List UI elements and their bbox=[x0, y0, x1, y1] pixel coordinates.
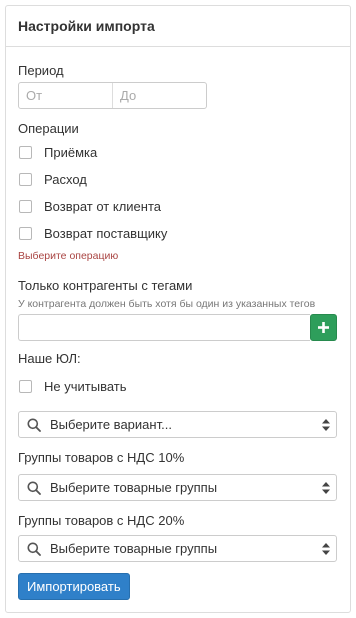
period-to-input[interactable] bbox=[113, 83, 206, 108]
operation-checkbox-receipt[interactable]: Приёмка bbox=[19, 145, 97, 160]
sort-arrows-icon bbox=[316, 481, 336, 494]
period-from-input[interactable] bbox=[19, 83, 112, 108]
checkbox-label: Возврат от клиента bbox=[44, 199, 161, 214]
vat20-select[interactable]: Выберите товарные группы bbox=[18, 535, 337, 562]
plus-icon bbox=[318, 322, 329, 333]
select-value: Выберите товарные группы bbox=[50, 480, 218, 495]
checkbox-box[interactable] bbox=[19, 227, 32, 240]
operation-checkbox-client-return[interactable]: Возврат от клиента bbox=[19, 199, 161, 214]
checkbox-box[interactable] bbox=[19, 200, 32, 213]
operations-error: Выберите операцию bbox=[18, 250, 119, 262]
sort-arrows-icon bbox=[316, 418, 336, 431]
checkbox-box[interactable] bbox=[19, 173, 32, 186]
legal-entity-label: Наше ЮЛ: bbox=[18, 351, 81, 366]
tags-hint: У контрагента должен быть хотя бы один и… bbox=[18, 298, 316, 310]
vat20-label: Группы товаров с НДС 20% bbox=[18, 513, 185, 528]
legal-entity-select[interactable]: Выберите вариант... bbox=[18, 411, 337, 438]
checkbox-label: Не учитывать bbox=[44, 379, 127, 394]
operations-label: Операции bbox=[18, 121, 79, 136]
add-tag-button[interactable] bbox=[310, 314, 337, 341]
vat10-label: Группы товаров с НДС 10% bbox=[18, 450, 185, 465]
sort-arrows-icon bbox=[316, 542, 336, 555]
operation-checkbox-supplier-return[interactable]: Возврат поставщику bbox=[19, 226, 167, 241]
checkbox-label: Возврат поставщику bbox=[44, 226, 168, 241]
import-button[interactable]: Импортировать bbox=[18, 573, 130, 600]
legal-entity-ignore-checkbox[interactable]: Не учитывать bbox=[19, 379, 127, 394]
vat10-select[interactable]: Выберите товарные группы bbox=[18, 474, 337, 501]
tags-input[interactable] bbox=[18, 314, 310, 341]
panel-title: Настройки импорта bbox=[6, 6, 350, 47]
checkbox-box[interactable] bbox=[19, 380, 32, 393]
checkbox-label: Приёмка bbox=[44, 145, 98, 160]
search-icon bbox=[27, 542, 41, 556]
period-range bbox=[18, 82, 207, 109]
select-value: Выберите товарные группы bbox=[50, 541, 218, 556]
import-settings-panel: Настройки импорта Период Операции Приёмк… bbox=[5, 5, 351, 613]
search-icon bbox=[27, 418, 41, 432]
period-label: Период bbox=[18, 63, 64, 78]
tags-label: Только контрагенты с тегами bbox=[18, 278, 193, 293]
checkbox-box[interactable] bbox=[19, 146, 32, 159]
select-value: Выберите вариант... bbox=[50, 417, 172, 432]
operation-checkbox-expense[interactable]: Расход bbox=[19, 172, 87, 187]
search-icon bbox=[27, 481, 41, 495]
checkbox-label: Расход bbox=[44, 172, 87, 187]
